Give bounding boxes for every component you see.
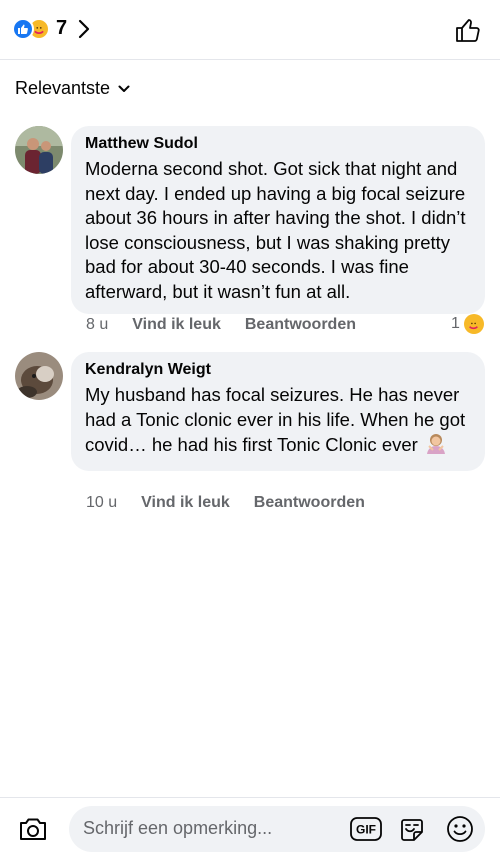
comment-2-actions: 10 u Vind ik leuk Beantwoorden — [86, 494, 389, 512]
woman-gesturing-emoji-icon — [425, 432, 447, 461]
sort-label: Relevantste — [15, 78, 111, 98]
comment-author[interactable]: Matthew Sudol — [85, 135, 471, 153]
emoji-button[interactable] — [446, 815, 474, 848]
gif-icon: GIF — [350, 817, 382, 841]
smiley-icon — [447, 816, 473, 842]
sort-dropdown[interactable]: Relevantste — [15, 78, 130, 99]
like-comment-button[interactable]: Vind ik leuk — [132, 316, 221, 334]
like-reaction-icon — [12, 17, 34, 40]
comment-bubble[interactable]: Kendralyn Weigt My husband has focal sei… — [71, 352, 485, 471]
reactions-summary[interactable]: 7 — [12, 17, 91, 40]
comment-reaction-count: 1 — [451, 315, 460, 332]
sticker-button[interactable] — [398, 816, 426, 849]
comment-text: Moderna second shot. Got sick that night… — [85, 158, 466, 302]
gif-label: GIF — [356, 823, 376, 837]
comment-text: My husband has focal seizures. He has ne… — [85, 383, 471, 461]
reactions-header: 7 — [0, 0, 500, 60]
care-reaction-icon — [463, 314, 484, 334]
sticker-icon — [401, 819, 423, 841]
comment-author[interactable]: Kendralyn Weigt — [85, 361, 471, 379]
comment-1-actions: 8 u Vind ik leuk Beantwoorden — [86, 316, 380, 334]
comment-time: 8 u — [86, 316, 109, 333]
comment-composer: GIF — [0, 797, 500, 860]
gif-button[interactable]: GIF — [350, 817, 382, 846]
comment-bubble[interactable]: Matthew Sudol Moderna second shot. Got s… — [71, 126, 485, 314]
camera-button[interactable] — [18, 816, 48, 847]
camera-icon — [20, 818, 46, 840]
reaction-count: 7 — [56, 17, 68, 39]
comment-text-content: My husband has focal seizures. He has ne… — [85, 384, 466, 455]
avatar[interactable] — [15, 126, 63, 174]
reply-button[interactable]: Beantwoorden — [254, 494, 365, 512]
chevron-down-icon — [118, 85, 130, 92]
thumbs-up-icon — [456, 19, 480, 42]
like-button[interactable] — [454, 16, 482, 49]
avatar[interactable] — [15, 352, 63, 400]
reply-button[interactable]: Beantwoorden — [245, 316, 356, 334]
chevron-right-icon — [77, 18, 91, 40]
comment-input-container[interactable]: GIF — [69, 806, 485, 852]
comment-input[interactable] — [83, 818, 333, 839]
comment-reactions[interactable]: 1 — [451, 314, 484, 334]
like-comment-button[interactable]: Vind ik leuk — [141, 494, 230, 512]
comment-time: 10 u — [86, 494, 118, 511]
